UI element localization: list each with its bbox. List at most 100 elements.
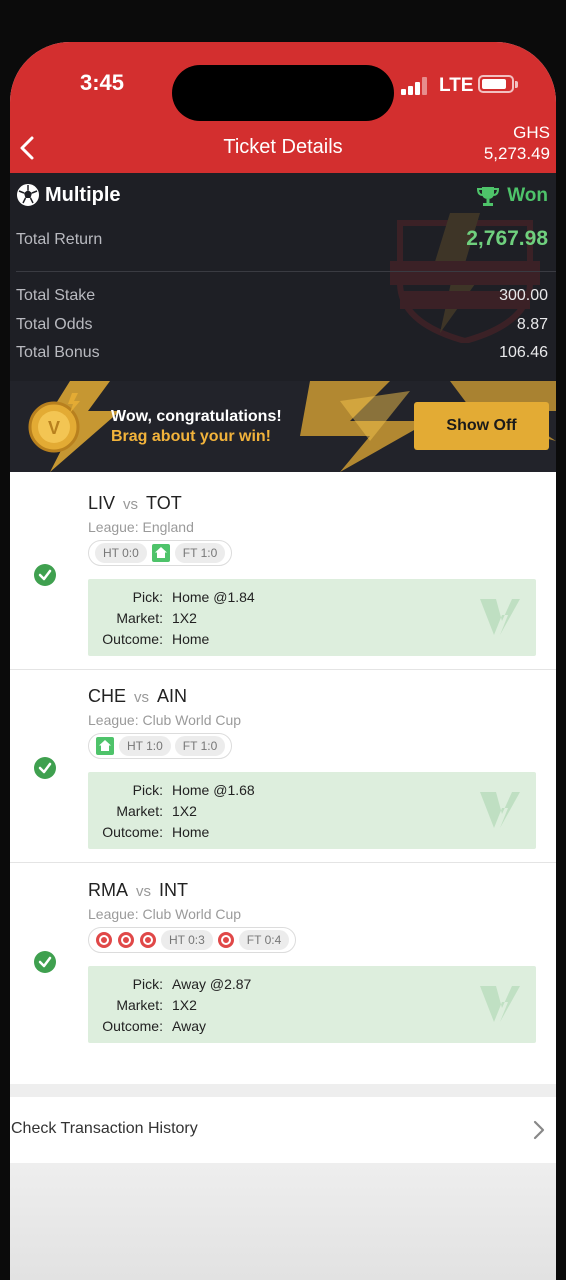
vs-label: vs	[123, 496, 139, 513]
league-label: League: England	[88, 519, 194, 535]
bet-type-label: Multiple	[45, 183, 121, 206]
outcome-row: Outcome: Home	[102, 631, 210, 647]
show-off-button[interactable]: Show Off	[414, 402, 549, 450]
away-team: AIN	[157, 686, 188, 706]
banner-subtitle: Brag about your win!	[111, 428, 271, 445]
total-return-label: Total Return	[16, 231, 103, 248]
chevron-right-icon	[533, 1120, 545, 1140]
pick-details: Pick: Away @2.87 Market: 1X2 Outcome: Away	[88, 966, 536, 1043]
outcome-value: Home	[172, 631, 210, 647]
bet-item: LIV vs TOT League: England HT 0:0 FT 1:0 P…	[10, 472, 556, 670]
status-label: Won	[507, 185, 548, 206]
market-row: Market: 1X2	[116, 610, 197, 626]
match-teams: CHE vs AIN	[88, 686, 187, 707]
outcome-row: Outcome: Away	[102, 1018, 206, 1034]
banner-title: Wow, congratulations!	[111, 408, 282, 425]
pick-row: Pick: Away @2.87	[132, 976, 252, 992]
page-bottom	[10, 1163, 556, 1280]
home-team: RMA	[88, 880, 128, 900]
market-row: Market: 1X2	[116, 997, 197, 1013]
total-bonus-label: Total Bonus	[16, 344, 100, 361]
pick-value: Away @2.87	[172, 976, 252, 992]
account-balance: GHS 5,273.49	[484, 122, 550, 164]
league-label: League: Club World Cup	[88, 712, 242, 728]
fulltime-score: FT 1:0	[174, 543, 226, 563]
pick-value: Home @1.68	[172, 782, 255, 798]
home-team: CHE	[88, 686, 127, 706]
phone-frame: 3:45 LTE Ticket Details GHS 5,273.49 Mul…	[0, 0, 566, 1280]
total-odds-value: 8.87	[516, 316, 548, 333]
total-bonus-value: 106.46	[499, 344, 548, 361]
app-screen: 3:45 LTE Ticket Details GHS 5,273.49 Mul…	[10, 42, 556, 1280]
score-timeline: HT 1:0 FT 1:0	[88, 733, 233, 759]
away-goal-icon	[118, 932, 134, 948]
outcome-value: Home	[172, 824, 210, 840]
league-label: League: Club World Cup	[88, 906, 242, 922]
app-header: 3:45 LTE Ticket Details GHS 5,273.49	[10, 42, 556, 173]
pick-value: Home @1.84	[172, 589, 255, 605]
fulltime-score: FT 1:0	[174, 736, 226, 756]
bet-list: LIV vs TOT League: England HT 0:0 FT 1:0 P…	[10, 472, 556, 1111]
network-type: LTE	[439, 75, 474, 96]
pick-row: Pick: Home @1.84	[132, 589, 255, 605]
signal-icon	[401, 77, 431, 95]
congrats-banner: V Wow, congratulations! Brag about your …	[10, 381, 556, 472]
status-badge: Won	[477, 185, 548, 207]
outcome-value: Away	[172, 1018, 206, 1034]
outcome-row: Outcome: Home	[102, 824, 210, 840]
status-time: 3:45	[80, 70, 125, 95]
virtuals-logo-icon	[480, 986, 520, 1022]
halftime-score: HT 0:3	[161, 930, 213, 950]
battery-icon	[478, 75, 518, 93]
trophy-icon	[477, 187, 500, 206]
score-timeline: HT 0:0 FT 1:0	[88, 540, 233, 566]
market-value: 1X2	[172, 610, 197, 626]
market-row: Market: 1X2	[116, 803, 197, 819]
total-return-value: 2,767.98	[466, 227, 548, 250]
check-icon	[34, 564, 56, 586]
away-goal-icon	[140, 932, 156, 948]
pick-details: Pick: Home @1.84 Market: 1X2 Outcome: Home	[88, 579, 536, 656]
balance-currency: GHS	[513, 123, 550, 142]
page-title: Ticket Details	[223, 136, 343, 158]
bet-item: RMA vs INT League: Club World Cup HT 0:3 F…	[10, 859, 556, 1053]
match-teams: LIV vs TOT	[88, 493, 182, 514]
transaction-history-link[interactable]: Check Transaction History	[10, 1097, 556, 1163]
home-goal-icon	[96, 737, 114, 755]
pick-row: Pick: Home @1.68	[132, 782, 255, 798]
away-team: INT	[159, 880, 188, 900]
check-icon	[34, 951, 56, 973]
bet-type: Multiple	[16, 183, 121, 207]
away-goal-icon	[96, 932, 112, 948]
check-icon	[34, 757, 56, 779]
score-timeline: HT 0:3 FT 0:4	[88, 927, 297, 953]
halftime-score: HT 1:0	[119, 736, 171, 756]
ticket-summary: Multiple Won Total Return 2,767.98 Total…	[10, 173, 556, 381]
market-value: 1X2	[172, 803, 197, 819]
svg-text:V: V	[48, 418, 60, 438]
virtuals-logo-icon	[480, 792, 520, 828]
halftime-score: HT 0:0	[95, 543, 147, 563]
vs-label: vs	[136, 883, 151, 900]
home-team: LIV	[88, 493, 116, 513]
vs-label: vs	[134, 689, 150, 706]
home-goal-icon	[151, 544, 170, 562]
match-teams: RMA vs INT	[88, 880, 188, 901]
pick-details: Pick: Home @1.68 Market: 1X2 Outcome: Home	[88, 772, 536, 849]
away-goal-icon	[217, 932, 234, 948]
banner-text: Wow, congratulations! Brag about your wi…	[111, 407, 282, 447]
dynamic-island	[172, 65, 394, 121]
balance-amount: 5,273.49	[483, 144, 550, 163]
soccer-ball-icon	[17, 184, 39, 206]
virtuals-logo-icon	[480, 599, 520, 635]
fulltime-score: FT 0:4	[238, 930, 290, 950]
coin-icon: V	[28, 393, 80, 453]
bet-item: CHE vs AIN League: Club World Cup HT 1:0 F…	[10, 665, 556, 863]
total-odds-label: Total Odds	[16, 316, 93, 333]
history-link-label: Check Transaction History	[11, 1120, 198, 1137]
summary-divider	[16, 271, 556, 272]
market-value: 1X2	[172, 997, 197, 1013]
away-team: TOT	[146, 493, 182, 513]
total-stake-label: Total Stake	[16, 287, 96, 304]
total-stake-value: 300.00	[499, 287, 548, 304]
